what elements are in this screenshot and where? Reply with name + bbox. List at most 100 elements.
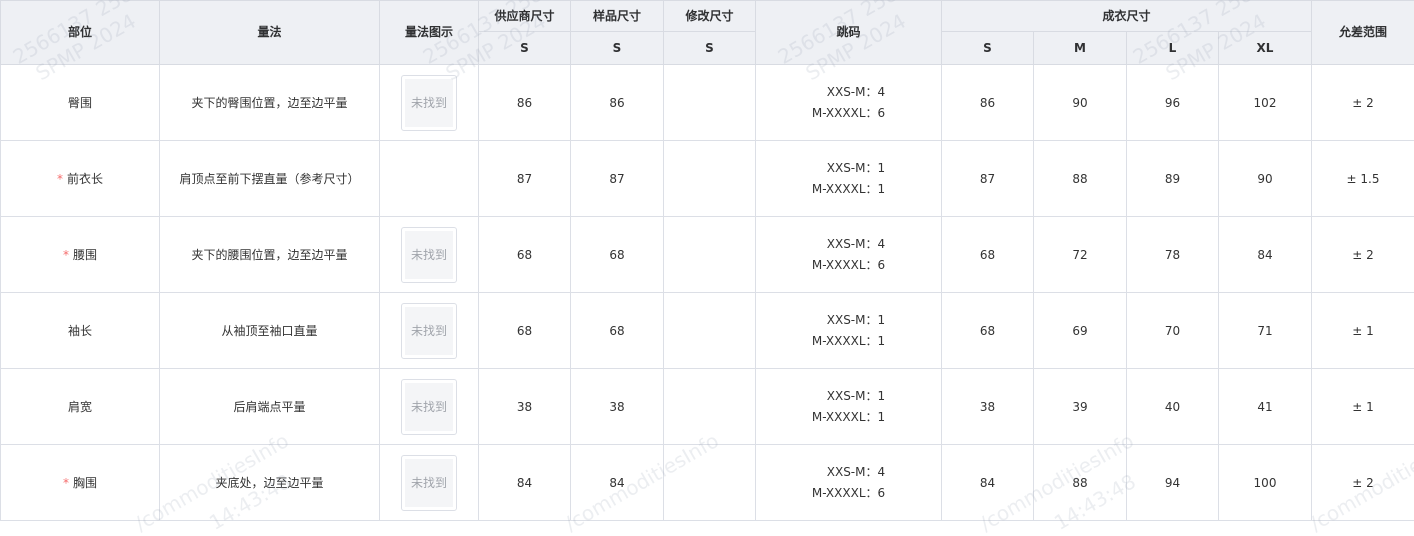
part-cell: *前衣长: [1, 141, 160, 217]
supplier-size-cell: 68: [479, 293, 571, 369]
garment-size-l-cell: 70: [1127, 293, 1219, 369]
image-placeholder: 未找到: [405, 231, 453, 279]
tolerance-value: ± 1: [1352, 324, 1374, 338]
supplier-size-cell: 68: [479, 217, 571, 293]
part-cell: * 腰围: [1, 217, 160, 293]
tolerance-value: ± 2: [1352, 476, 1374, 490]
method-image-thumbnail[interactable]: 未找到: [401, 455, 457, 511]
modified-size-cell: [664, 445, 756, 521]
tolerance-cell: ± 2: [1312, 65, 1414, 141]
garment-size-value: 68: [980, 248, 995, 262]
jump-cell: XXS-M：4M-XXXXL：6: [756, 445, 942, 521]
part-cell: *胸围: [1, 445, 160, 521]
garment-size-s-cell: 87: [942, 141, 1034, 217]
method-image-thumbnail[interactable]: 未找到: [401, 227, 457, 283]
jump-line: XXS-M：1: [812, 386, 885, 407]
garment-size-value: 39: [1072, 400, 1087, 414]
garment-size-value: 88: [1072, 172, 1087, 186]
sample-size-value: 38: [609, 400, 624, 414]
required-mark: *: [63, 248, 69, 262]
garment-size-value: 40: [1165, 400, 1180, 414]
sample-size-cell: 84: [571, 445, 664, 521]
garment-size-m-cell: 90: [1034, 65, 1127, 141]
method-image-thumbnail[interactable]: 未找到: [401, 379, 457, 435]
jump-cell: XXS-M：4M-XXXXL：6: [756, 217, 942, 293]
jump-cell: XXS-M：1M-XXXXL：1: [756, 141, 942, 217]
sample-size-value: 68: [609, 324, 624, 338]
supplier-size-cell: 84: [479, 445, 571, 521]
garment-size-value: 90: [1257, 172, 1272, 186]
header-sample-size: 样品尺寸: [571, 1, 664, 32]
tolerance-cell: ± 2: [1312, 217, 1414, 293]
header-modified-size: 修改尺寸: [664, 1, 756, 32]
garment-size-value: 94: [1165, 476, 1180, 490]
header-size-s: S: [942, 32, 1034, 65]
sample-size-cell: 38: [571, 369, 664, 445]
jump-line: XXS-M：4: [812, 234, 885, 255]
jump-line: M-XXXXL：6: [812, 483, 885, 504]
garment-size-value: 90: [1072, 96, 1087, 110]
jump-line: M-XXXXL：1: [812, 179, 885, 200]
garment-size-value: 100: [1254, 476, 1277, 490]
tolerance-cell: ± 2: [1312, 445, 1414, 521]
sample-size-cell: 86: [571, 65, 664, 141]
garment-size-xl-cell: 41: [1219, 369, 1312, 445]
jump-line: XXS-M：4: [812, 82, 885, 103]
sample-size-cell: 68: [571, 293, 664, 369]
method-cell: 从袖顶至袖口直量: [160, 293, 380, 369]
tolerance-cell: ± 1: [1312, 293, 1414, 369]
header-size-m: M: [1034, 32, 1127, 65]
garment-size-l-cell: 89: [1127, 141, 1219, 217]
method-image-thumbnail[interactable]: 未找到: [401, 303, 457, 359]
header-method-image: 量法图示: [380, 1, 479, 65]
modified-size-cell: [664, 293, 756, 369]
method-cell: 夹底处，边至边平量: [160, 445, 380, 521]
header-part: 部位: [1, 1, 160, 65]
garment-size-l-cell: 40: [1127, 369, 1219, 445]
method-text: 后肩端点平量: [233, 400, 305, 414]
table-row: 臀围夹下的臀围位置，边至边平量未找到8686XXS-M：4M-XXXXL：686…: [1, 65, 1414, 141]
jump-cell: XXS-M：1M-XXXXL：1: [756, 369, 942, 445]
garment-size-value: 71: [1257, 324, 1272, 338]
garment-size-value: 96: [1165, 96, 1180, 110]
garment-size-m-cell: 39: [1034, 369, 1127, 445]
header-size-xl: XL: [1219, 32, 1312, 65]
image-placeholder: 未找到: [405, 307, 453, 355]
garment-size-value: 88: [1072, 476, 1087, 490]
supplier-size-cell: 87: [479, 141, 571, 217]
part-name: 腰围: [73, 248, 97, 262]
method-text: 夹下的臀围位置，边至边平量: [191, 96, 347, 110]
table-body: 臀围夹下的臀围位置，边至边平量未找到8686XXS-M：4M-XXXXL：686…: [1, 65, 1414, 521]
method-image-cell: [380, 141, 479, 217]
method-image-cell: 未找到: [380, 293, 479, 369]
garment-size-value: 38: [980, 400, 995, 414]
tolerance-value: ± 1: [1352, 400, 1374, 414]
part-name: 肩宽: [68, 400, 92, 414]
method-image-thumbnail[interactable]: 未找到: [401, 75, 457, 131]
garment-size-l-cell: 94: [1127, 445, 1219, 521]
part-cell: 臀围: [1, 65, 160, 141]
garment-size-value: 86: [980, 96, 995, 110]
garment-size-xl-cell: 102: [1219, 65, 1312, 141]
garment-size-m-cell: 88: [1034, 141, 1127, 217]
garment-size-value: 89: [1165, 172, 1180, 186]
header-tolerance: 允差范围: [1312, 1, 1414, 65]
jump-line: M-XXXXL：1: [812, 407, 885, 428]
jump-line: M-XXXXL：6: [812, 255, 885, 276]
method-cell: 肩顶点至前下摆直量（参考尺寸）: [160, 141, 380, 217]
garment-size-s-cell: 86: [942, 65, 1034, 141]
jump-line: XXS-M：1: [812, 158, 885, 179]
method-text: 夹下的腰围位置，边至边平量: [191, 248, 347, 262]
method-image-cell: 未找到: [380, 65, 479, 141]
header-supplier-size: 供应商尺寸: [479, 1, 571, 32]
method-cell: 夹下的臀围位置，边至边平量: [160, 65, 380, 141]
sample-size-value: 86: [609, 96, 624, 110]
supplier-size-value: 84: [517, 476, 532, 490]
supplier-size-value: 87: [517, 172, 532, 186]
table-row: 袖长从袖顶至袖口直量未找到6868XXS-M：1M-XXXXL：16869707…: [1, 293, 1414, 369]
sample-size-value: 87: [609, 172, 624, 186]
garment-size-value: 84: [1257, 248, 1272, 262]
table-row: *胸围夹底处，边至边平量未找到8484XXS-M：4M-XXXXL：684889…: [1, 445, 1414, 521]
method-text: 从袖顶至袖口直量: [221, 324, 317, 338]
tolerance-value: ± 2: [1352, 96, 1374, 110]
